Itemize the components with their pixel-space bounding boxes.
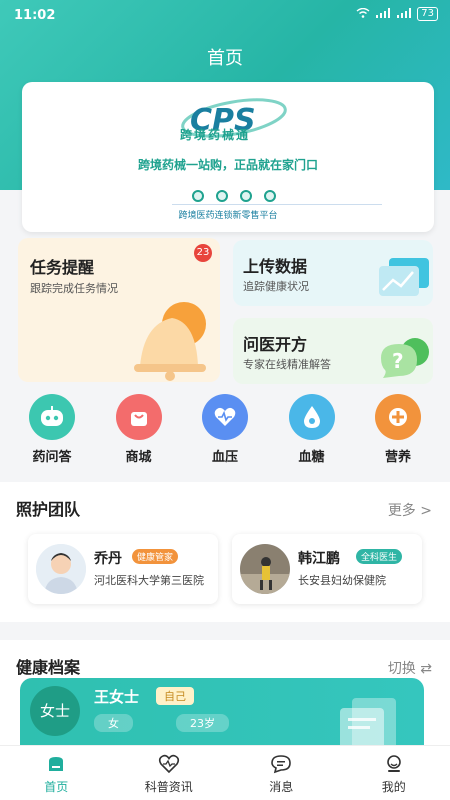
bell-icon — [134, 302, 206, 381]
member-organization: 河北医科大学第三医院 — [94, 574, 204, 587]
task-card-subtitle: 跟踪完成任务情况 — [30, 282, 118, 295]
quick-action-blood-pressure[interactable]: 血压 — [193, 394, 257, 465]
user-icon — [338, 754, 450, 774]
question-bubble-icon: ? — [381, 338, 429, 378]
member-role-badge: 全科医生 — [356, 549, 403, 564]
page-title: 首页 — [207, 48, 243, 69]
member-name: 韩江鹏 — [298, 551, 340, 567]
quick-action-mall[interactable]: 商城 — [107, 394, 171, 465]
banner[interactable]: CPS 跨境药械通 跨境药械一站购，正品就在家门口 跨境医药连锁新零售平台 — [22, 82, 434, 232]
quick-action-label: 商城 — [125, 450, 152, 465]
health-records-title: 健康档案 — [16, 658, 81, 677]
svg-text:?: ? — [392, 349, 404, 373]
profile-avatar: 女士 — [30, 686, 80, 736]
profile-name: 王女士 — [94, 688, 140, 706]
tab-label: 消息 — [269, 780, 294, 794]
avatar — [36, 544, 86, 594]
robot-icon — [29, 394, 75, 440]
member-name: 乔丹 — [94, 551, 122, 567]
heart-outline-icon — [113, 754, 226, 774]
feature-dot-icon — [216, 190, 228, 202]
heart-icon — [202, 394, 248, 440]
tab-mine[interactable]: 我的 — [338, 746, 450, 800]
task-card-title: 任务提醒 — [30, 258, 95, 277]
tab-home[interactable]: 首页 — [0, 746, 113, 800]
profile-gender: 女 — [94, 714, 133, 732]
banner-divider — [172, 204, 382, 205]
banner-slogan: 跨境药械一站购，正品就在家门口 — [137, 158, 318, 172]
quick-action-label: 血糖 — [298, 450, 325, 465]
upload-data-card[interactable]: 上传数据 追踪健康状况 — [233, 240, 433, 306]
avatar — [240, 544, 290, 594]
chat-icon — [225, 754, 338, 774]
status-bar: 11:02 73 — [0, 0, 450, 30]
status-icons: 73 — [356, 7, 438, 21]
task-reminder-card[interactable]: 任务提醒 跟踪完成任务情况 23 — [18, 238, 220, 382]
member-role-badge: 健康管家 — [132, 549, 179, 564]
document-icon — [340, 698, 396, 750]
logo-text: 跨境药械通 — [180, 128, 251, 142]
chart-screen-icon — [379, 258, 429, 296]
task-count-badge: 23 — [194, 244, 212, 262]
banner-subtitle: 跨境医药连锁新零售平台 — [178, 211, 278, 221]
consult-doctor-card[interactable]: 问医开方 专家在线精准解答 ? — [233, 318, 433, 384]
member-organization: 长安县妇幼保健院 — [298, 574, 386, 587]
care-team-more-link[interactable]: 更多 > — [388, 500, 432, 520]
tab-messages[interactable]: 消息 — [225, 746, 338, 800]
signal-icon-2 — [396, 7, 412, 21]
banner-feature-icons — [192, 190, 276, 202]
tab-label: 我的 — [381, 780, 406, 794]
quick-actions: 药问答 商城 血压 血糖 营养 — [20, 394, 430, 465]
doctor-card-title: 问医开方 — [243, 335, 308, 354]
profile-relation-badge: 自己 — [156, 687, 194, 705]
battery-indicator: 73 — [417, 7, 438, 21]
switch-profile-button[interactable]: 切换 ⇄ — [388, 658, 432, 678]
home-icon — [0, 754, 113, 774]
status-time: 11:02 — [14, 7, 56, 23]
quick-action-label: 营养 — [384, 450, 411, 465]
tab-label: 首页 — [44, 780, 69, 794]
tab-label: 科普资讯 — [144, 780, 193, 794]
doctor-card-subtitle: 专家在线精准解答 — [243, 358, 331, 371]
bottom-tab-bar: 首页 科普资讯 消息 我的 — [0, 745, 450, 800]
feature-dot-icon — [264, 190, 276, 202]
signal-icon — [375, 7, 391, 21]
upload-card-subtitle: 追踪健康状况 — [243, 280, 309, 293]
wifi-icon — [356, 7, 370, 21]
health-profile-card[interactable]: 女士 王女士 自己 女 23岁 — [20, 678, 424, 750]
quick-action-nutrition[interactable]: 营养 — [366, 394, 430, 465]
care-team-title: 照护团队 — [16, 500, 81, 519]
profile-age: 23岁 — [176, 714, 229, 732]
tab-science-news[interactable]: 科普资讯 — [113, 746, 226, 800]
care-team-section: 照护团队 更多 > 乔丹 健康管家 河北医科大学第三医院 韩江鹏 全科医生 长安… — [0, 482, 450, 622]
plus-icon — [375, 394, 421, 440]
upload-card-title: 上传数据 — [243, 257, 308, 276]
feature-dot-icon — [240, 190, 252, 202]
quick-action-label: 血压 — [211, 450, 238, 465]
drop-icon — [288, 394, 335, 440]
quick-action-label: 药问答 — [32, 450, 72, 465]
team-member-card[interactable]: 乔丹 健康管家 河北医科大学第三医院 — [28, 534, 218, 604]
shopping-bag-icon — [115, 394, 162, 440]
health-records-section: 健康档案 切换 ⇄ 女士 王女士 自己 女 23岁 — [0, 640, 450, 750]
feature-dot-icon — [192, 190, 204, 202]
team-member-card[interactable]: 韩江鹏 全科医生 长安县妇幼保健院 — [232, 534, 422, 604]
quick-action-blood-sugar[interactable]: 血糖 — [280, 394, 344, 465]
quick-action-ask[interactable]: 药问答 — [20, 394, 84, 465]
